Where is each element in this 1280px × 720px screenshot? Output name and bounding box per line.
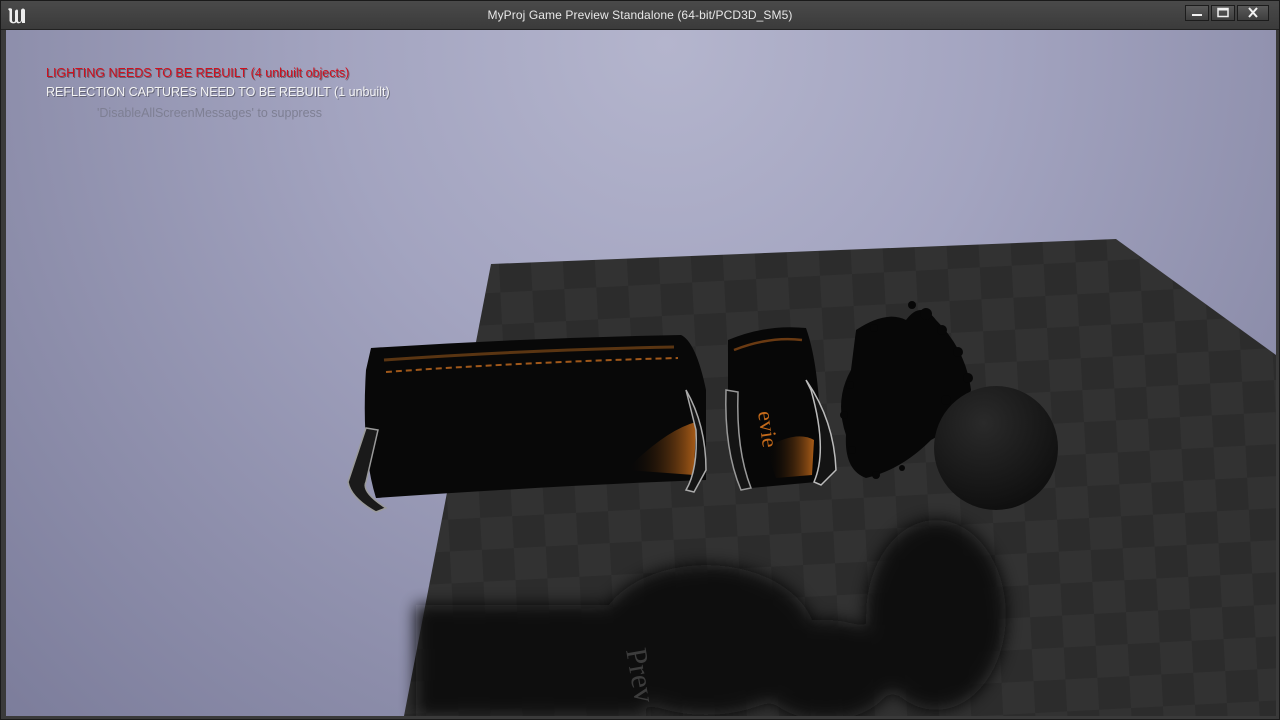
window-controls: [1185, 5, 1269, 23]
maximize-button[interactable]: [1211, 5, 1235, 21]
close-button[interactable]: [1237, 5, 1269, 21]
minimize-icon: [1192, 14, 1202, 16]
close-icon: [1248, 7, 1258, 18]
maximize-icon: [1217, 7, 1229, 18]
chair-brand-text: evie: [753, 409, 783, 449]
lighting-rebuild-message: LIGHTING NEEDS TO BE REBUILT (4 unbuilt …: [46, 66, 350, 80]
reflection-rebuild-message: REFLECTION CAPTURES NEED TO BE REBUILT (…: [46, 85, 390, 99]
game-viewport[interactable]: Prev evie LIGHTING NEEDS TO BE REBUILT (…: [6, 30, 1276, 716]
sphere: [934, 386, 1058, 510]
window-title: MyProj Game Preview Standalone (64-bit/P…: [487, 8, 793, 22]
suppress-hint-message: 'DisableAllScreenMessages' to suppress: [97, 106, 323, 120]
title-bar[interactable]: MyProj Game Preview Standalone (64-bit/P…: [1, 1, 1279, 30]
game-preview-window: MyProj Game Preview Standalone (64-bit/P…: [0, 0, 1280, 720]
minimize-button[interactable]: [1185, 5, 1209, 21]
scene-render: Prev evie: [347, 239, 1276, 716]
